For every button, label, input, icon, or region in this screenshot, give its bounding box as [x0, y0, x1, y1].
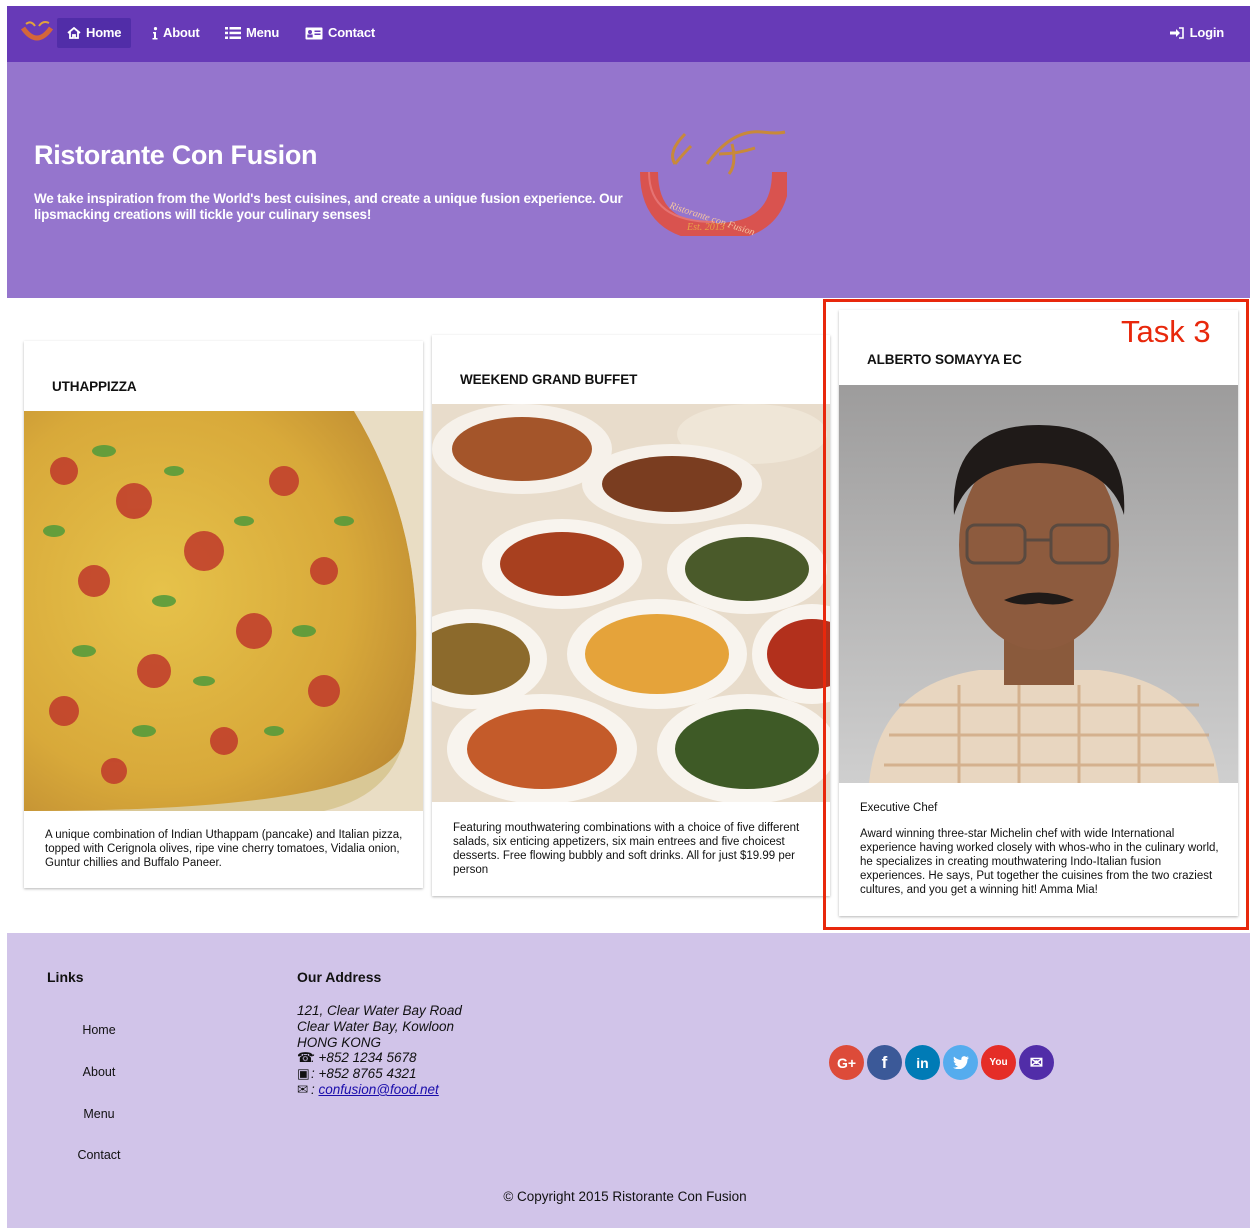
nav-menu[interactable]: Menu — [215, 18, 289, 48]
fax-line: ▣: +852 8765 4321 — [297, 1066, 462, 1082]
card-body: A unique combination of Indian Uthappam … — [45, 828, 405, 870]
address-block: 121, Clear Water Bay Road Clear Water Ba… — [297, 1003, 462, 1098]
footer-link-home[interactable]: Home — [67, 1023, 131, 1037]
nav-home-label: Home — [86, 25, 122, 40]
address-line: Clear Water Bay, Kowloon — [297, 1018, 455, 1034]
footer-link-about[interactable]: About — [67, 1065, 131, 1079]
card-description: Featuring mouthwatering combinations wit… — [453, 822, 800, 876]
task-highlight-box — [823, 299, 1249, 930]
footer-link-menu[interactable]: Menu — [67, 1107, 131, 1121]
twitter-icon[interactable] — [943, 1045, 978, 1080]
nav-home[interactable]: Home — [57, 18, 132, 48]
card-title: WEEKEND GRAND BUFFET — [460, 372, 638, 387]
brand-logo-icon[interactable] — [21, 18, 53, 46]
address-card-icon — [305, 27, 323, 39]
email-link[interactable]: confusion@food.net — [319, 1082, 439, 1097]
buffet-image — [432, 404, 830, 802]
sign-in-icon — [1169, 27, 1184, 39]
twitter-bird-icon — [952, 1056, 969, 1069]
phone-line: ☎: +852 1234 5678 — [297, 1050, 462, 1066]
copyright: © Copyright 2015 Ristorante Con Fusion — [503, 1189, 747, 1204]
jumbotron: Ristorante Con Fusion We take inspiratio… — [7, 62, 1250, 298]
social-buttons: G+ f in You ✉ — [829, 1045, 1054, 1080]
card-buffet: WEEKEND GRAND BUFFET Featuring mouthwate… — [432, 335, 830, 896]
fax-number: : +852 8765 4321 — [311, 1066, 417, 1082]
uthappizza-image — [24, 411, 423, 811]
address-line: HONG KONG — [297, 1034, 382, 1050]
phone-icon: ☎ — [297, 1050, 314, 1066]
google-plus-icon[interactable]: G+ — [829, 1045, 864, 1080]
nav-about[interactable]: About — [142, 18, 210, 48]
restaurant-tagline: We take inspiration from the World's bes… — [34, 191, 623, 222]
linkedin-icon[interactable]: in — [905, 1045, 940, 1080]
email-line: ✉: confusion@food.net — [297, 1082, 462, 1098]
envelope-icon: ✉ — [297, 1081, 309, 1097]
home-icon — [67, 27, 81, 39]
restaurant-logo: Ristorante con Fusion Est. 2013 — [640, 130, 787, 236]
address-title: Our Address — [297, 969, 382, 985]
login-label: Login — [1189, 25, 1225, 40]
list-icon — [225, 27, 241, 39]
info-icon — [152, 26, 158, 39]
address-line: 121, Clear Water Bay Road — [297, 1003, 462, 1018]
nav-about-label: About — [163, 25, 200, 40]
facebook-icon[interactable]: f — [867, 1045, 902, 1080]
restaurant-title: Ristorante Con Fusion — [34, 140, 318, 170]
email-prefix: : — [311, 1081, 319, 1097]
nav-contact-label: Contact — [328, 25, 375, 40]
fax-icon: ▣ — [297, 1066, 310, 1082]
card-uthappizza: UTHAPPIZZA A unique combination of India… — [24, 341, 423, 888]
youtube-icon[interactable]: You — [981, 1045, 1016, 1080]
navbar: Home About Menu Contact Login — [7, 6, 1250, 62]
footer: Links Home About Menu Contact Our Addres… — [7, 933, 1250, 1228]
login-button[interactable]: Login — [1160, 18, 1234, 48]
card-description: A unique combination of Indian Uthappam … — [45, 829, 403, 869]
nav-contact[interactable]: Contact — [295, 18, 385, 48]
logo-est: Est. 2013 — [686, 222, 725, 233]
card-body: Featuring mouthwatering combinations wit… — [453, 821, 813, 877]
card-title: UTHAPPIZZA — [52, 379, 137, 394]
footer-link-contact[interactable]: Contact — [67, 1148, 131, 1162]
mail-icon[interactable]: ✉ — [1019, 1045, 1054, 1080]
nav-menu-label: Menu — [246, 25, 280, 40]
links-title: Links — [47, 969, 84, 985]
task-label: Task 3 — [1121, 314, 1211, 349]
phone-number: : +852 1234 5678 — [311, 1050, 417, 1066]
